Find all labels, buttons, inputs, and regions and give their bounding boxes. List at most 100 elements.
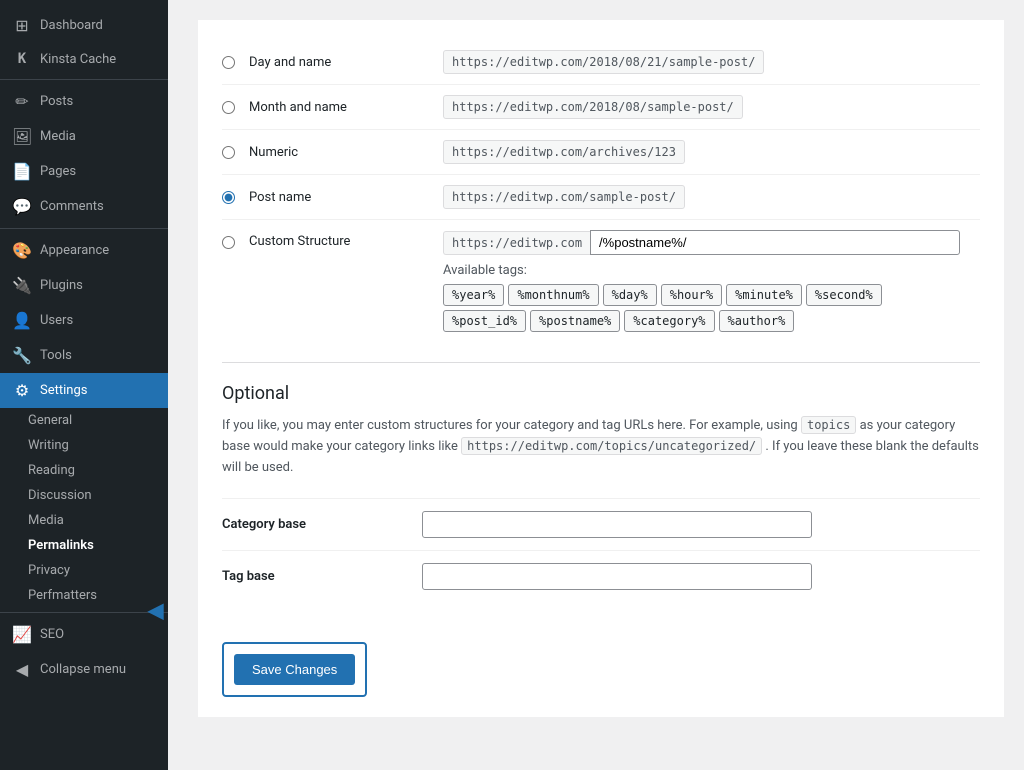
main-content: Day and name https://editwp.com/2018/08/… xyxy=(168,0,1024,770)
label-custom[interactable]: Custom Structure xyxy=(249,230,429,249)
radio-custom[interactable] xyxy=(222,236,235,249)
radio-day-name[interactable] xyxy=(222,56,235,69)
permalink-row-month-name: Month and name https://editwp.com/2018/0… xyxy=(222,85,980,130)
submenu-writing[interactable]: Writing xyxy=(0,433,168,458)
tag-hour[interactable]: %hour% xyxy=(661,284,722,306)
sidebar-item-users[interactable]: 👤 Users xyxy=(0,303,168,338)
category-base-input[interactable] xyxy=(422,511,812,538)
tag-base-label: Tag base xyxy=(222,569,402,584)
comments-icon: 💬 xyxy=(12,197,32,216)
available-tags-label: Available tags: xyxy=(443,263,960,278)
custom-structure-input[interactable] xyxy=(590,230,960,255)
posts-icon: ✏ xyxy=(12,92,32,111)
tag-base-row: Tag base xyxy=(222,550,980,602)
plugins-icon: 🔌 xyxy=(12,276,32,295)
settings-submenu: General Writing Reading Discussion Media… xyxy=(0,408,168,608)
radio-post-name[interactable] xyxy=(222,191,235,204)
sidebar-item-label: Appearance xyxy=(40,243,109,258)
sidebar-item-settings[interactable]: ⚙ Settings xyxy=(0,373,168,408)
sidebar-item-label: Pages xyxy=(40,164,76,179)
radio-numeric[interactable] xyxy=(222,146,235,159)
sidebar-item-label: Dashboard xyxy=(40,18,103,33)
example-day-name: https://editwp.com/2018/08/21/sample-pos… xyxy=(443,50,764,74)
sidebar-item-label: Users xyxy=(40,313,73,328)
permalink-row-post-name: Post name https://editwp.com/sample-post… xyxy=(222,175,980,220)
optional-desc-before: If you like, you may enter custom struct… xyxy=(222,418,798,433)
tag-monthnum[interactable]: %monthnum% xyxy=(508,284,598,306)
tag-year[interactable]: %year% xyxy=(443,284,504,306)
seo-icon: 📈 xyxy=(12,625,32,644)
pages-icon: 📄 xyxy=(12,162,32,181)
sidebar-item-kinsta-cache[interactable]: K Kinsta Cache xyxy=(0,43,168,75)
kinsta-icon: K xyxy=(12,51,32,67)
optional-title: Optional xyxy=(222,383,980,404)
permalink-row-day-name: Day and name https://editwp.com/2018/08/… xyxy=(222,40,980,85)
save-button-wrapper: Save Changes xyxy=(222,642,367,697)
tag-base-input[interactable] xyxy=(422,563,812,590)
submenu-general[interactable]: General xyxy=(0,408,168,433)
tags-container-2: %post_id% %postname% %category% %author% xyxy=(443,310,960,332)
sidebar-item-label: Posts xyxy=(40,94,73,109)
submenu-discussion[interactable]: Discussion xyxy=(0,483,168,508)
appearance-icon: 🎨 xyxy=(12,241,32,260)
submenu-permalinks[interactable]: Permalinks xyxy=(0,533,168,558)
sidebar-item-label: Media xyxy=(40,129,76,144)
tags-container: %year% %monthnum% %day% %hour% %minute% … xyxy=(443,284,960,306)
label-post-name[interactable]: Post name xyxy=(249,190,429,205)
tag-postname[interactable]: %postname% xyxy=(530,310,620,332)
example-numeric: https://editwp.com/archives/123 xyxy=(443,140,685,164)
label-numeric[interactable]: Numeric xyxy=(249,145,429,160)
submenu-privacy[interactable]: Privacy xyxy=(0,558,168,583)
label-month-name[interactable]: Month and name xyxy=(249,100,429,115)
save-button[interactable]: Save Changes xyxy=(234,654,355,685)
sidebar-item-plugins[interactable]: 🔌 Plugins xyxy=(0,268,168,303)
custom-structure-inputs: https://editwp.com xyxy=(443,230,960,255)
example-month-name: https://editwp.com/2018/08/sample-post/ xyxy=(443,95,743,119)
tag-post-id[interactable]: %post_id% xyxy=(443,310,526,332)
tag-category[interactable]: %category% xyxy=(624,310,714,332)
example-post-name: https://editwp.com/sample-post/ xyxy=(443,185,685,209)
submenu-reading[interactable]: Reading xyxy=(0,458,168,483)
sidebar-item-posts[interactable]: ✏ Posts xyxy=(0,84,168,119)
category-base-row: Category base xyxy=(222,498,980,550)
category-base-label: Category base xyxy=(222,517,402,532)
arrow-indicator: ◀ xyxy=(148,598,163,622)
sidebar-item-media[interactable]: 🖼 Media xyxy=(0,119,168,154)
tag-second[interactable]: %second% xyxy=(806,284,882,306)
settings-icon: ⚙ xyxy=(12,381,32,400)
submenu-perfmatters[interactable]: Perfmatters xyxy=(0,583,168,608)
sidebar-item-label: Settings xyxy=(40,383,87,398)
sidebar-item-label: SEO xyxy=(40,627,64,642)
tools-icon: 🔧 xyxy=(12,346,32,365)
sidebar-item-collapse[interactable]: ◀ Collapse menu xyxy=(0,652,168,687)
label-day-name[interactable]: Day and name xyxy=(249,55,429,70)
permalink-row-custom: Custom Structure https://editwp.com Avai… xyxy=(222,220,980,342)
radio-month-name[interactable] xyxy=(222,101,235,114)
optional-desc: If you like, you may enter custom struct… xyxy=(222,416,980,478)
sidebar-item-label: Comments xyxy=(40,199,104,214)
media-icon: 🖼 xyxy=(12,127,32,146)
dashboard-icon: ⊞ xyxy=(12,16,32,35)
users-icon: 👤 xyxy=(12,311,32,330)
sidebar-item-label: Collapse menu xyxy=(40,662,126,677)
sidebar-item-appearance[interactable]: 🎨 Appearance xyxy=(0,233,168,268)
tag-day[interactable]: %day% xyxy=(603,284,657,306)
sidebar-item-label: Tools xyxy=(40,348,72,363)
tag-author[interactable]: %author% xyxy=(719,310,795,332)
custom-prefix: https://editwp.com xyxy=(443,231,590,255)
sidebar-item-pages[interactable]: 📄 Pages xyxy=(0,154,168,189)
save-section: Save Changes xyxy=(222,622,980,697)
sidebar: ⊞ Dashboard K Kinsta Cache ✏ Posts 🖼 Med… xyxy=(0,0,168,770)
sidebar-item-tools[interactable]: 🔧 Tools xyxy=(0,338,168,373)
submenu-media[interactable]: Media xyxy=(0,508,168,533)
sidebar-item-seo[interactable]: 📈 SEO xyxy=(0,617,168,652)
sidebar-item-label: Plugins xyxy=(40,278,83,293)
permalink-row-numeric: Numeric https://editwp.com/archives/123 xyxy=(222,130,980,175)
example-url-code: https://editwp.com/topics/uncategorized/ xyxy=(461,437,762,455)
content-area: Day and name https://editwp.com/2018/08/… xyxy=(198,20,1004,717)
sidebar-item-comments[interactable]: 💬 Comments xyxy=(0,189,168,224)
sidebar-item-label: Kinsta Cache xyxy=(40,52,116,67)
section-divider xyxy=(222,362,980,363)
tag-minute[interactable]: %minute% xyxy=(726,284,802,306)
sidebar-item-dashboard[interactable]: ⊞ Dashboard xyxy=(0,8,168,43)
